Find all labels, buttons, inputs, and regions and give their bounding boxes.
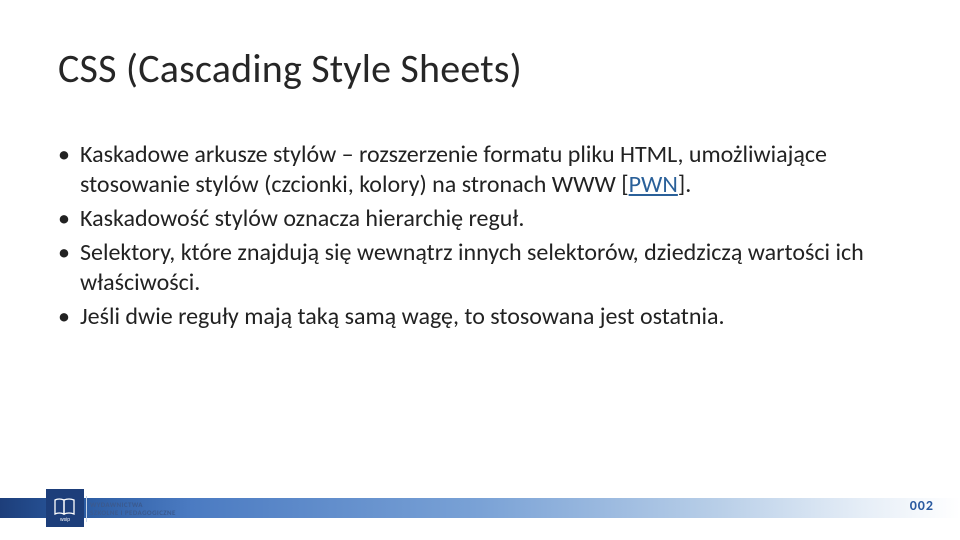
- bullet-text: Selektory, które znajdują się wewnątrz i…: [80, 238, 864, 297]
- caption-line-2: SZKOLNE I PEDAGOGICZNE: [90, 508, 176, 517]
- slide-title: CSS (Cascading Style Sheets): [58, 44, 522, 93]
- bullet-item: Kaskadowe arkusze stylów – rozszerzenie …: [58, 140, 902, 200]
- bullet-item: Kaskadowość stylów oznacza hierarchię re…: [58, 204, 902, 234]
- slide: CSS (Cascading Style Sheets) Kaskadowe a…: [0, 0, 960, 540]
- bullet-text: Kaskadowość stylów oznacza hierarchię re…: [80, 204, 524, 233]
- publisher-caption: WYDAWNICTWA SZKOLNE I PEDAGOGICZNE: [90, 501, 176, 516]
- citation-link[interactable]: PWN: [629, 170, 678, 199]
- slide-body: Kaskadowe arkusze stylów – rozszerzenie …: [58, 140, 902, 336]
- page-number: 002: [910, 497, 934, 514]
- footer-divider: [86, 496, 87, 522]
- bullet-text-pre: Kaskadowe arkusze stylów – rozszerzenie …: [80, 140, 827, 199]
- citation-bracket-open: [: [621, 170, 628, 199]
- bullet-item: Jeśli dwie reguły mają taką samą wagę, t…: [58, 302, 902, 332]
- bullet-text-post: .: [685, 170, 691, 199]
- publisher-logo: wsip: [46, 489, 84, 527]
- bullet-item: Selektory, które znajdują się wewnątrz i…: [58, 238, 902, 298]
- logo-text: wsip: [60, 517, 70, 523]
- book-icon: wsip: [50, 493, 80, 523]
- bullet-text: Jeśli dwie reguły mają taką samą wagę, t…: [80, 302, 725, 331]
